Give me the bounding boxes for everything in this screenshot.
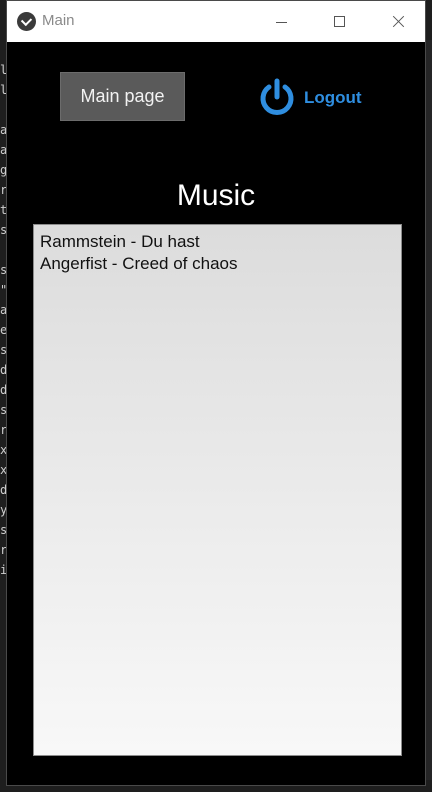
logout-label: Logout [304, 88, 362, 107]
background-editor-strip [426, 40, 432, 780]
window-title: Main [42, 12, 75, 29]
main-page-button[interactable]: Main page [60, 72, 185, 121]
app-logo-icon [17, 12, 36, 31]
app-window: Main Main page Logout Music Rammstein - … [6, 0, 426, 786]
list-item[interactable]: Angerfist - Creed of chaos [40, 253, 395, 275]
logout-button[interactable]: Logout [257, 78, 362, 118]
power-icon [260, 78, 294, 115]
main-content: Main page Logout Music Rammstein - Du ha… [7, 42, 425, 785]
maximize-button[interactable] [317, 1, 363, 42]
title-bar[interactable]: Main [7, 1, 425, 42]
minimize-button[interactable] [259, 1, 305, 42]
close-button[interactable] [375, 1, 421, 42]
music-list[interactable]: Rammstein - Du hast Angerfist - Creed of… [33, 224, 402, 756]
list-item[interactable]: Rammstein - Du hast [40, 231, 395, 253]
section-title: Music [176, 179, 256, 212]
